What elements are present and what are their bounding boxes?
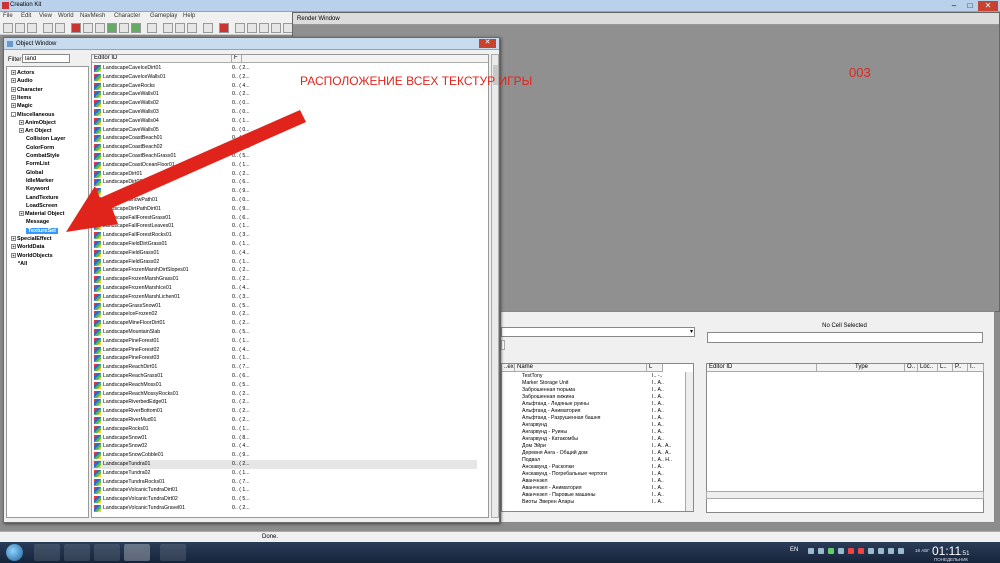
date-label: 18 АВГ xyxy=(915,548,930,553)
language-indicator[interactable]: EN xyxy=(790,547,798,553)
creation-kit-taskbar-icon[interactable] xyxy=(124,544,150,561)
tray-icon-7[interactable] xyxy=(868,548,874,554)
tray-icon-5[interactable] xyxy=(848,548,854,554)
network-icon[interactable] xyxy=(878,548,884,554)
tray-icon-1[interactable] xyxy=(808,548,814,554)
status-bar: Done. xyxy=(0,531,1000,542)
tray-icon-3[interactable] xyxy=(828,548,834,554)
chrome-icon[interactable] xyxy=(34,544,60,561)
annotation-text: РАСПОЛОЖЕНИЕ ВСЕХ ТЕКСТУР ИГРЫ xyxy=(300,74,533,88)
firefox-icon[interactable] xyxy=(64,544,90,561)
tray-icon-4[interactable] xyxy=(838,548,844,554)
explorer-icon[interactable] xyxy=(94,544,120,561)
battery-icon[interactable] xyxy=(888,548,894,554)
app-taskbar-icon[interactable] xyxy=(160,544,186,561)
tray-icon-6[interactable] xyxy=(858,548,864,554)
tray-icon-2[interactable] xyxy=(818,548,824,554)
day-label: ПОНЕДЕЛЬНИК xyxy=(934,557,969,562)
status-text: Done. xyxy=(262,534,279,540)
clock-time: 01:11 xyxy=(932,544,962,558)
volume-icon[interactable] xyxy=(898,548,904,554)
start-button-icon[interactable] xyxy=(6,544,23,561)
clock[interactable]: 01:11:51 xyxy=(932,544,969,558)
